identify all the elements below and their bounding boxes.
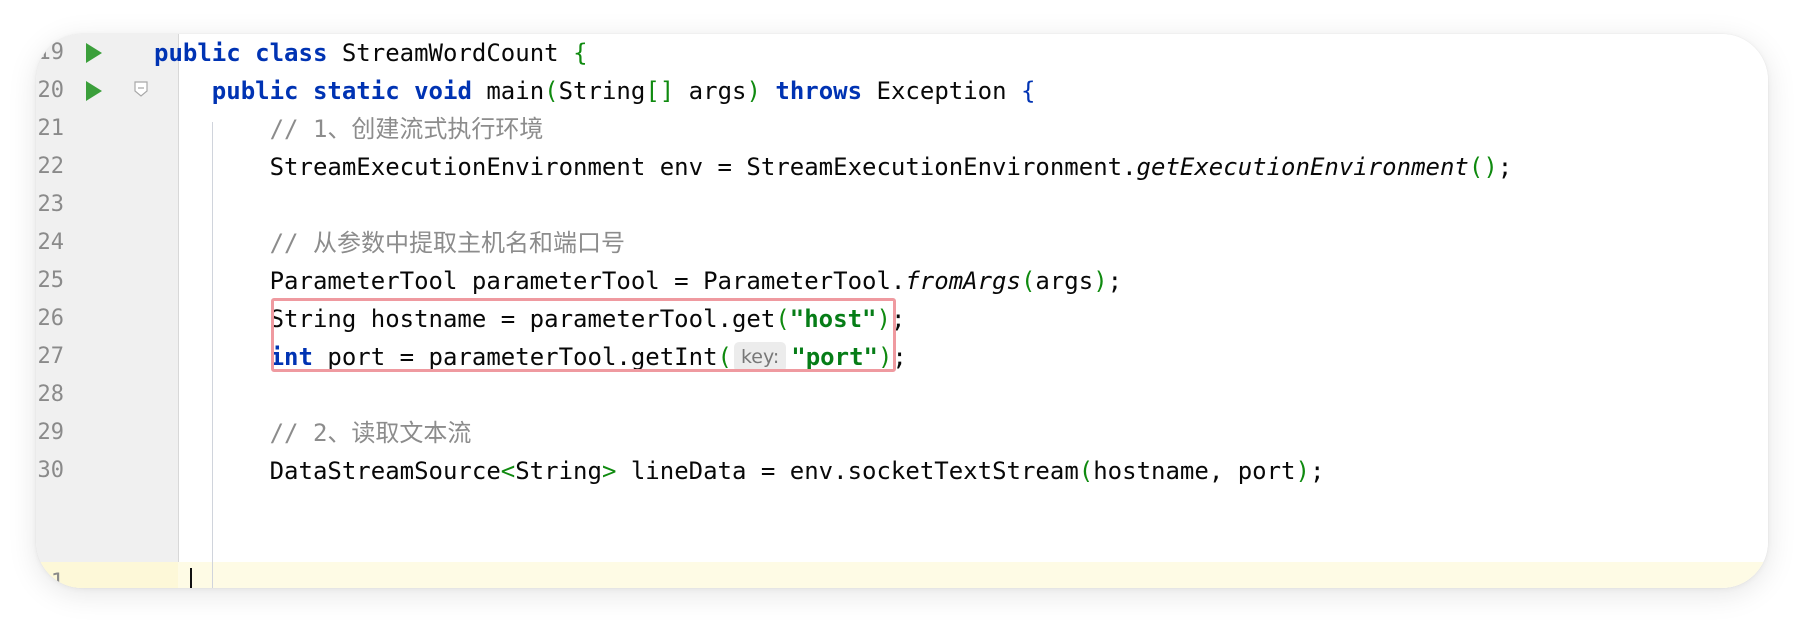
- fold-marker-icon[interactable]: [134, 81, 148, 97]
- code-line-31[interactable]: 31: [36, 487, 1768, 588]
- argument: args: [1035, 267, 1094, 295]
- paren: ): [1295, 457, 1310, 485]
- type-name: DataStreamSource: [269, 457, 501, 485]
- semicolon: ;: [1107, 267, 1123, 295]
- paren: ): [1093, 267, 1108, 295]
- type-name: String: [515, 457, 602, 485]
- generic-bracket: <: [500, 457, 516, 485]
- statement: StreamExecutionEnvironment env = StreamE…: [269, 153, 1137, 181]
- current-line-highlight: [36, 562, 1768, 588]
- comment: // 从参数中提取主机名和端口号: [269, 229, 625, 257]
- keyword: void: [414, 77, 472, 105]
- arguments: hostname, port: [1093, 457, 1296, 485]
- text-caret: [190, 568, 192, 588]
- keyword: class: [255, 39, 328, 67]
- exception-type: Exception: [876, 77, 1007, 105]
- class-name: StreamWordCount: [341, 39, 559, 67]
- comment: // 1、创建流式执行环境: [269, 115, 544, 143]
- array-brackets: []: [645, 77, 675, 105]
- semicolon: ;: [1497, 153, 1513, 181]
- statement: ParameterTool parameterTool = ParameterT…: [269, 267, 906, 295]
- semicolon: ;: [1309, 457, 1325, 485]
- run-icon[interactable]: [86, 81, 102, 101]
- type-name: String: [558, 77, 646, 105]
- paren: (: [1020, 267, 1036, 295]
- keyword: throws: [775, 77, 863, 105]
- brace: {: [573, 39, 588, 67]
- generic-bracket: >: [601, 457, 617, 485]
- brace: {: [1021, 77, 1036, 105]
- paren: (): [1468, 153, 1498, 181]
- comment: // 2、读取文本流: [269, 419, 472, 447]
- run-icon[interactable]: [86, 43, 102, 63]
- static-call: fromArgs: [905, 267, 1021, 295]
- statement: lineData = env.socketTextStream: [616, 457, 1079, 485]
- keyword: public: [211, 77, 299, 105]
- paren: (: [1078, 457, 1094, 485]
- static-call: getExecutionEnvironment: [1136, 153, 1469, 181]
- line-number: 31: [37, 570, 65, 588]
- code-editor-window: 19 public class StreamWordCount { 20 pub…: [36, 34, 1768, 588]
- paren: ): [746, 77, 761, 105]
- method-name: main: [486, 77, 545, 105]
- param-name: args: [688, 77, 747, 105]
- paren: (: [544, 77, 559, 105]
- keyword: static: [312, 77, 400, 105]
- annotation-highlight-box: [271, 298, 896, 372]
- keyword: public: [154, 39, 241, 67]
